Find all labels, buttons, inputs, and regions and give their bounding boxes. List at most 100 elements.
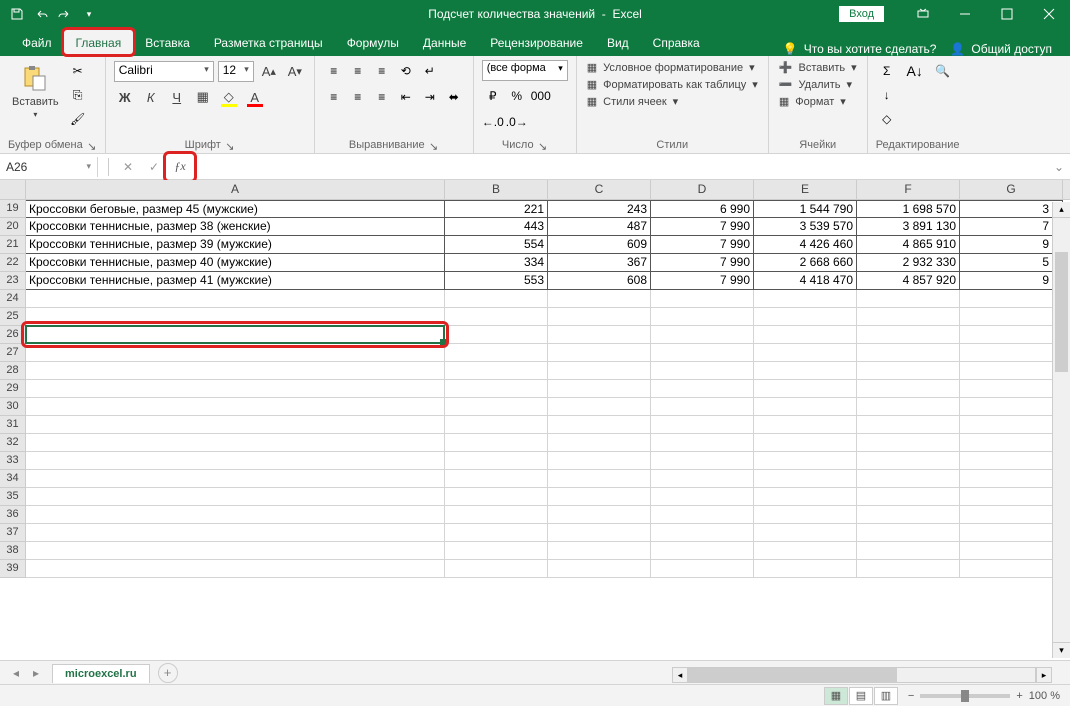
scroll-thumb[interactable] xyxy=(689,668,897,682)
cell[interactable] xyxy=(26,560,445,578)
increase-decimal-icon[interactable]: ←.0 xyxy=(482,111,504,133)
cell[interactable] xyxy=(754,470,857,488)
cell[interactable]: 554 xyxy=(445,236,548,254)
cell[interactable] xyxy=(754,398,857,416)
tab-formulas[interactable]: Формулы xyxy=(335,30,411,56)
grow-font-icon[interactable]: A▴ xyxy=(258,60,280,82)
cell-styles-button[interactable]: ▦Стили ячеек ▾ xyxy=(585,94,760,109)
cell[interactable]: 443 xyxy=(445,218,548,236)
minimize-icon[interactable] xyxy=(944,0,986,28)
indent-increase-icon[interactable]: ⇥ xyxy=(419,86,441,108)
cell[interactable] xyxy=(548,470,651,488)
cell[interactable] xyxy=(857,488,960,506)
cell[interactable] xyxy=(651,308,754,326)
scroll-right-icon[interactable]: ▸ xyxy=(1036,667,1052,683)
cell[interactable] xyxy=(548,416,651,434)
cancel-formula-icon[interactable]: ✕ xyxy=(117,156,139,178)
scroll-up-icon[interactable]: ▴ xyxy=(1053,202,1070,218)
autosum-icon[interactable]: Σ xyxy=(876,60,898,82)
delete-cells-button[interactable]: ➖Удалить ▾ xyxy=(777,77,859,92)
cell[interactable]: 7 990 xyxy=(651,236,754,254)
cell[interactable]: 4 426 460 xyxy=(754,236,857,254)
zoom-in-button[interactable]: + xyxy=(1016,690,1022,702)
copy-icon[interactable]: ⎘ xyxy=(67,84,89,106)
vertical-scrollbar[interactable]: ▴ ▾ xyxy=(1052,202,1070,658)
cell[interactable]: Кроссовки теннисные, размер 39 (мужские) xyxy=(26,236,445,254)
cell[interactable] xyxy=(26,470,445,488)
tab-view[interactable]: Вид xyxy=(595,30,641,56)
cell[interactable] xyxy=(960,524,1063,542)
cell[interactable] xyxy=(548,560,651,578)
cell[interactable] xyxy=(857,452,960,470)
dialog-launcher-icon[interactable]: ↘ xyxy=(87,140,97,150)
cell[interactable] xyxy=(548,290,651,308)
cell[interactable] xyxy=(651,524,754,542)
column-header[interactable]: F xyxy=(857,180,960,199)
shrink-font-icon[interactable]: A▾ xyxy=(284,60,306,82)
cell[interactable] xyxy=(857,434,960,452)
cell[interactable] xyxy=(445,344,548,362)
format-as-table-button[interactable]: ▦Форматировать как таблицу ▾ xyxy=(585,77,760,92)
cell[interactable] xyxy=(548,542,651,560)
cell[interactable]: 3 2 xyxy=(960,200,1063,218)
cell[interactable] xyxy=(26,506,445,524)
align-right-icon[interactable]: ≡ xyxy=(371,86,393,108)
cell[interactable] xyxy=(754,290,857,308)
align-center-icon[interactable]: ≡ xyxy=(347,86,369,108)
cell[interactable] xyxy=(445,308,548,326)
cell[interactable]: 334 xyxy=(445,254,548,272)
tab-insert[interactable]: Вставка xyxy=(133,30,202,56)
cell[interactable] xyxy=(26,488,445,506)
cell[interactable] xyxy=(548,326,651,344)
cell[interactable] xyxy=(857,542,960,560)
column-header[interactable]: B xyxy=(445,180,548,199)
fill-icon[interactable]: ↓ xyxy=(876,84,898,106)
cell[interactable] xyxy=(960,380,1063,398)
cell[interactable] xyxy=(960,560,1063,578)
clear-icon[interactable]: ◇ xyxy=(876,108,898,130)
cell[interactable]: 7 990 xyxy=(651,254,754,272)
dialog-launcher-icon[interactable]: ↘ xyxy=(429,140,439,150)
cell[interactable]: Кроссовки теннисные, размер 40 (мужские) xyxy=(26,254,445,272)
cell[interactable] xyxy=(960,470,1063,488)
cell[interactable]: 487 xyxy=(548,218,651,236)
row-header[interactable]: 38 xyxy=(0,542,26,560)
cell[interactable] xyxy=(857,470,960,488)
align-left-icon[interactable]: ≡ xyxy=(323,86,345,108)
cell[interactable] xyxy=(651,344,754,362)
cell[interactable] xyxy=(651,416,754,434)
cell[interactable]: 243 xyxy=(548,200,651,218)
cell[interactable] xyxy=(754,416,857,434)
cell[interactable] xyxy=(651,326,754,344)
cell[interactable] xyxy=(548,308,651,326)
row-header[interactable]: 25 xyxy=(0,308,26,326)
name-box[interactable]: A26 xyxy=(0,157,98,177)
cell[interactable] xyxy=(445,470,548,488)
tab-help[interactable]: Справка xyxy=(641,30,712,56)
page-break-view-icon[interactable]: ▥ xyxy=(874,687,898,705)
cell[interactable]: 7 990 xyxy=(651,272,754,290)
cell[interactable] xyxy=(651,362,754,380)
tab-file[interactable]: Файл xyxy=(10,30,64,56)
conditional-format-button[interactable]: ▦Условное форматирование ▾ xyxy=(585,60,760,75)
row-header[interactable]: 24 xyxy=(0,290,26,308)
find-select-icon[interactable]: 🔍 xyxy=(932,60,954,82)
cell[interactable] xyxy=(548,344,651,362)
maximize-icon[interactable] xyxy=(986,0,1028,28)
cell[interactable] xyxy=(960,416,1063,434)
cell[interactable]: Кроссовки теннисные, размер 38 (женские) xyxy=(26,218,445,236)
cell[interactable] xyxy=(445,524,548,542)
add-sheet-button[interactable]: + xyxy=(158,663,178,683)
cell[interactable] xyxy=(548,506,651,524)
scroll-thumb[interactable] xyxy=(1055,252,1068,372)
row-header[interactable]: 35 xyxy=(0,488,26,506)
sheet-nav-last-icon[interactable]: ▸ xyxy=(28,665,44,681)
cell[interactable] xyxy=(857,398,960,416)
cell[interactable]: 5 6 xyxy=(960,254,1063,272)
select-all-corner[interactable] xyxy=(0,180,26,199)
tell-me-search[interactable]: 💡Что вы хотите сделать? xyxy=(783,42,937,56)
row-header[interactable]: 34 xyxy=(0,470,26,488)
sheet-nav-first-icon[interactable]: ◂ xyxy=(8,665,24,681)
row-header[interactable]: 27 xyxy=(0,344,26,362)
cell[interactable]: 553 xyxy=(445,272,548,290)
